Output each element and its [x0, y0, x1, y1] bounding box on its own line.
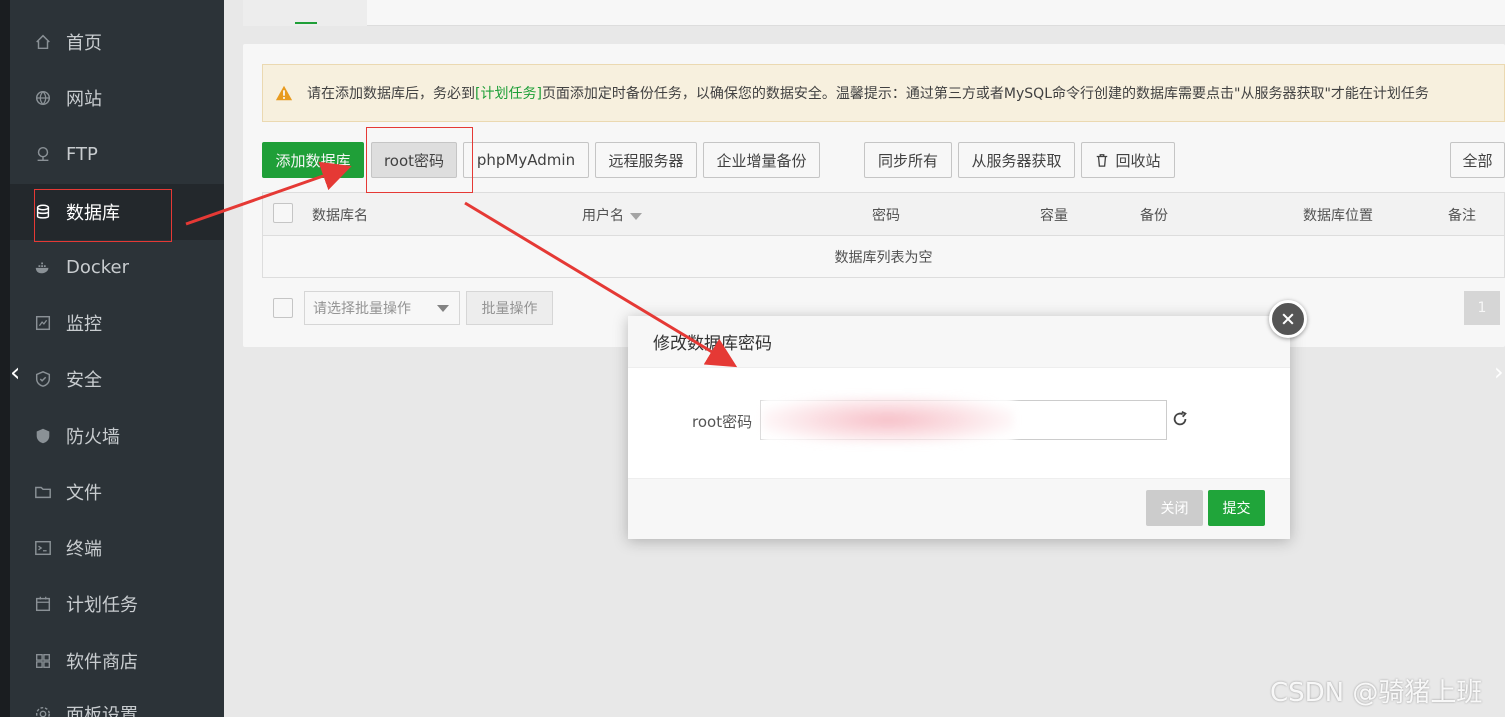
- redacted-password: [762, 396, 1014, 444]
- firewall-icon: [32, 425, 54, 447]
- sidebar-item-home[interactable]: 首页: [10, 14, 224, 70]
- docker-icon: [32, 256, 54, 278]
- sidebar-item-security[interactable]: 安全: [10, 351, 224, 407]
- home-icon: [32, 31, 54, 53]
- sidebar: 首页 网站 FTP 数据库 Docker 监控 安全 防火墙 文件 终端 计划任…: [0, 0, 224, 717]
- sidebar-item-label: Docker: [66, 256, 130, 278]
- sidebar-item-label: 首页: [66, 33, 102, 54]
- dialog-submit-button[interactable]: 提交: [1208, 490, 1265, 526]
- dialog-title: 修改数据库密码: [628, 316, 1290, 368]
- globe-icon: [32, 87, 54, 109]
- terminal-icon: [32, 537, 54, 559]
- sidebar-item-firewall[interactable]: 防火墙: [10, 408, 224, 464]
- sidebar-edge: [0, 0, 10, 717]
- sidebar-item-label: 终端: [66, 539, 102, 560]
- sidebar-item-label: 监控: [66, 314, 102, 335]
- sidebar-item-ftp[interactable]: FTP: [10, 126, 224, 182]
- ftp-icon: [32, 143, 54, 165]
- sidebar-item-settings[interactable]: 面板设置: [10, 686, 224, 717]
- sidebar-item-label: 网站: [66, 89, 102, 110]
- annotation-highlight-root-password: [366, 127, 473, 193]
- sidebar-item-cron[interactable]: 计划任务: [10, 576, 224, 632]
- grid-icon: [32, 650, 54, 672]
- sidebar-item-label: 计划任务: [66, 595, 138, 616]
- sidebar-item-website[interactable]: 网站: [10, 70, 224, 126]
- collapse-sidebar-icon[interactable]: ‹: [10, 358, 20, 388]
- dialog-close-button[interactable]: 关闭: [1146, 490, 1203, 526]
- sidebar-item-label: 安全: [66, 370, 102, 391]
- monitor-icon: [32, 312, 54, 334]
- sidebar-item-store[interactable]: 软件商店: [10, 633, 224, 689]
- sidebar-item-monitor[interactable]: 监控: [10, 295, 224, 351]
- sidebar-item-label: 面板设置: [66, 705, 138, 717]
- sidebar-item-docker[interactable]: Docker: [10, 239, 224, 295]
- calendar-icon: [32, 593, 54, 615]
- root-password-label: root密码: [692, 413, 753, 431]
- sidebar-item-label: 文件: [66, 483, 102, 504]
- sidebar-item-files[interactable]: 文件: [10, 464, 224, 520]
- refresh-icon[interactable]: [1171, 410, 1189, 428]
- sidebar-item-label: 防火墙: [66, 427, 120, 448]
- close-icon[interactable]: [1269, 300, 1307, 338]
- sidebar-item-label: FTP: [66, 143, 98, 165]
- watermark: CSDN @骑猪上班: [1270, 678, 1483, 708]
- chevron-right-icon[interactable]: ›: [1494, 358, 1504, 386]
- sidebar-item-terminal[interactable]: 终端: [10, 520, 224, 576]
- gear-icon: [32, 703, 54, 717]
- folder-icon: [32, 481, 54, 503]
- sidebar-item-label: 软件商店: [66, 652, 138, 673]
- shield-icon: [32, 368, 54, 390]
- annotation-highlight-database: [34, 189, 172, 242]
